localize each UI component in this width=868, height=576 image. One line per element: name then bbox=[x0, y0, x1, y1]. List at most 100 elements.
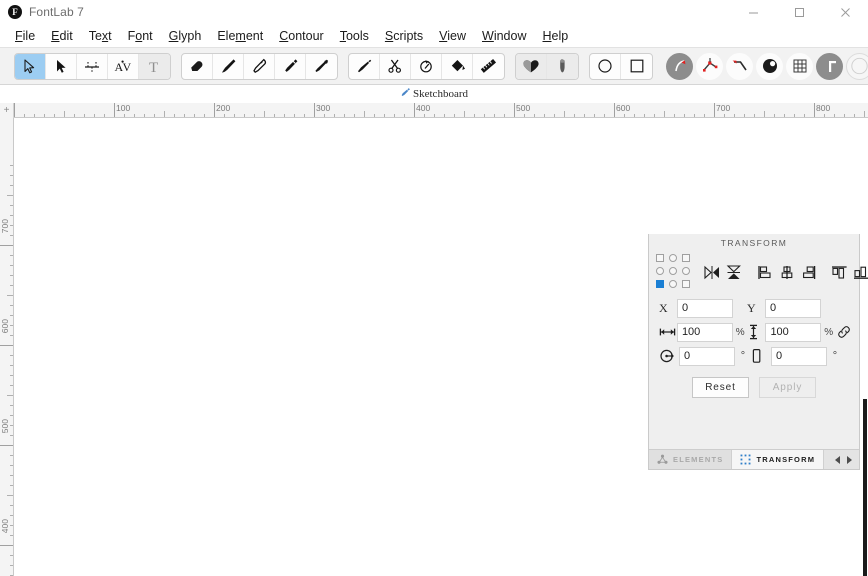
maximize-button[interactable] bbox=[776, 0, 822, 24]
kerning-icon[interactable]: A V bbox=[108, 53, 139, 79]
link-proportions-icon[interactable] bbox=[837, 325, 851, 339]
y-input[interactable] bbox=[765, 298, 821, 318]
eraser-icon[interactable] bbox=[182, 53, 213, 79]
ruler-tick bbox=[854, 114, 855, 117]
menu-help[interactable]: Help bbox=[535, 27, 577, 45]
height-input[interactable] bbox=[765, 322, 822, 342]
snap-magnet-icon[interactable] bbox=[756, 52, 783, 80]
next-panel-arrow[interactable] bbox=[847, 455, 852, 464]
anchor-cell-mc[interactable] bbox=[669, 267, 677, 275]
ruler-tick bbox=[10, 385, 13, 386]
menu-scripts[interactable]: Scripts bbox=[377, 27, 431, 45]
menu-element[interactable]: Element bbox=[209, 27, 271, 45]
align-left-icon[interactable] bbox=[756, 264, 773, 281]
power-nudge-icon[interactable] bbox=[411, 53, 442, 79]
ruler-origin-marker[interactable]: + bbox=[0, 103, 14, 118]
vertical-scrollbar[interactable] bbox=[862, 119, 868, 576]
ruler-tick bbox=[404, 114, 405, 117]
more-icon[interactable] bbox=[846, 52, 868, 80]
snap-corner-icon[interactable] bbox=[726, 52, 753, 80]
x-input[interactable] bbox=[677, 298, 733, 318]
menu-font[interactable]: Font bbox=[120, 27, 161, 45]
align-bottom-icon[interactable] bbox=[853, 264, 868, 281]
anchor-cell-br[interactable] bbox=[682, 280, 690, 288]
rotate-input[interactable] bbox=[679, 346, 735, 366]
flip-vertical-icon[interactable] bbox=[725, 264, 742, 281]
paint-bucket-icon[interactable] bbox=[442, 53, 473, 79]
anchor-cell-ml[interactable] bbox=[656, 267, 664, 275]
align-right-icon[interactable] bbox=[800, 264, 817, 281]
anchor-cell-mr[interactable] bbox=[682, 267, 690, 275]
close-button[interactable] bbox=[822, 0, 868, 24]
flip-horizontal-icon[interactable] bbox=[703, 264, 720, 281]
anchor-cell-tl[interactable] bbox=[656, 254, 664, 262]
tab-sketchboard[interactable]: Sketchboard bbox=[400, 87, 468, 101]
rectangle-icon[interactable] bbox=[621, 54, 652, 79]
scalpel-icon[interactable] bbox=[349, 53, 380, 79]
anchor-cell-bc[interactable] bbox=[669, 280, 677, 288]
vertical-ruler[interactable]: 700600500400300 bbox=[0, 118, 14, 576]
slant-input[interactable] bbox=[771, 346, 827, 366]
scrollbar-thumb[interactable] bbox=[863, 399, 867, 576]
menu-edit[interactable]: Edit bbox=[43, 27, 81, 45]
ruler-tick bbox=[0, 245, 13, 246]
anchor-cell-tr[interactable] bbox=[682, 254, 690, 262]
dropper-icon[interactable] bbox=[547, 53, 578, 79]
menu-tools[interactable]: Tools bbox=[332, 27, 377, 45]
pen-icon[interactable] bbox=[244, 53, 275, 79]
apply-button[interactable]: Apply bbox=[759, 377, 816, 398]
width-input[interactable] bbox=[676, 322, 733, 342]
svg-text:T: T bbox=[149, 60, 158, 74]
ellipse-icon[interactable] bbox=[590, 53, 621, 79]
ruler-tick bbox=[534, 114, 535, 117]
tab-transform[interactable]: TRANSFORM bbox=[732, 450, 825, 469]
menu-contour[interactable]: Contour bbox=[271, 27, 331, 45]
heart-fill-icon[interactable] bbox=[516, 53, 547, 79]
scissors-icon[interactable] bbox=[380, 53, 411, 79]
pencil-icon[interactable] bbox=[306, 54, 337, 79]
anchor-origin-grid[interactable] bbox=[656, 254, 692, 290]
align-center-icon[interactable] bbox=[778, 264, 795, 281]
guides-icon[interactable] bbox=[816, 52, 843, 80]
ruler-tick bbox=[464, 111, 465, 117]
arrow-cursor-icon[interactable] bbox=[15, 53, 46, 79]
toolbar-group-drawing bbox=[181, 52, 338, 80]
grid-icon[interactable] bbox=[786, 52, 813, 80]
ruler-tick bbox=[10, 165, 13, 166]
anchor-cell-tc[interactable] bbox=[669, 254, 677, 262]
ruler-tick bbox=[504, 114, 505, 117]
brush-icon[interactable] bbox=[213, 53, 244, 79]
ruler-tick bbox=[174, 114, 175, 117]
ruler-tick bbox=[244, 114, 245, 117]
rapid-pen-icon[interactable] bbox=[275, 53, 306, 79]
toolbar-group-shapes bbox=[589, 52, 653, 80]
reset-button[interactable]: Reset bbox=[692, 377, 749, 398]
ruler-tick bbox=[144, 114, 145, 117]
align-top-icon[interactable] bbox=[831, 264, 848, 281]
panel-empty-space bbox=[649, 406, 859, 443]
toolbar-group-color bbox=[515, 52, 579, 80]
horizontal-ruler[interactable]: 100 200 300 400 500 600 700 800 bbox=[0, 103, 868, 118]
menu-text[interactable]: Text bbox=[81, 27, 120, 45]
ruler-label: 400 bbox=[416, 103, 431, 113]
anchor-cell-bl[interactable] bbox=[656, 280, 664, 288]
ruler-tick bbox=[10, 315, 13, 316]
ruler-icon[interactable] bbox=[473, 54, 504, 79]
menu-file[interactable]: File bbox=[7, 27, 43, 45]
ruler-tick bbox=[10, 375, 13, 376]
black-arrow-icon[interactable] bbox=[46, 53, 77, 79]
scale-row: % % bbox=[649, 320, 859, 344]
menu-glyph[interactable]: Glyph bbox=[161, 27, 210, 45]
snap-nodes-icon[interactable] bbox=[696, 52, 723, 80]
measure-icon[interactable] bbox=[77, 53, 108, 79]
ruler-tick bbox=[10, 425, 13, 426]
ruler-tick bbox=[564, 111, 565, 117]
width-unit: % bbox=[735, 326, 745, 338]
menu-view[interactable]: View bbox=[431, 27, 474, 45]
snap-suggest-icon[interactable] bbox=[666, 52, 693, 80]
text-tool-icon[interactable]: T bbox=[139, 53, 170, 79]
minimize-button[interactable] bbox=[730, 0, 776, 24]
prev-panel-arrow[interactable] bbox=[835, 455, 840, 464]
menu-window[interactable]: Window bbox=[474, 27, 534, 45]
tab-elements[interactable]: ELEMENTS bbox=[649, 450, 733, 469]
